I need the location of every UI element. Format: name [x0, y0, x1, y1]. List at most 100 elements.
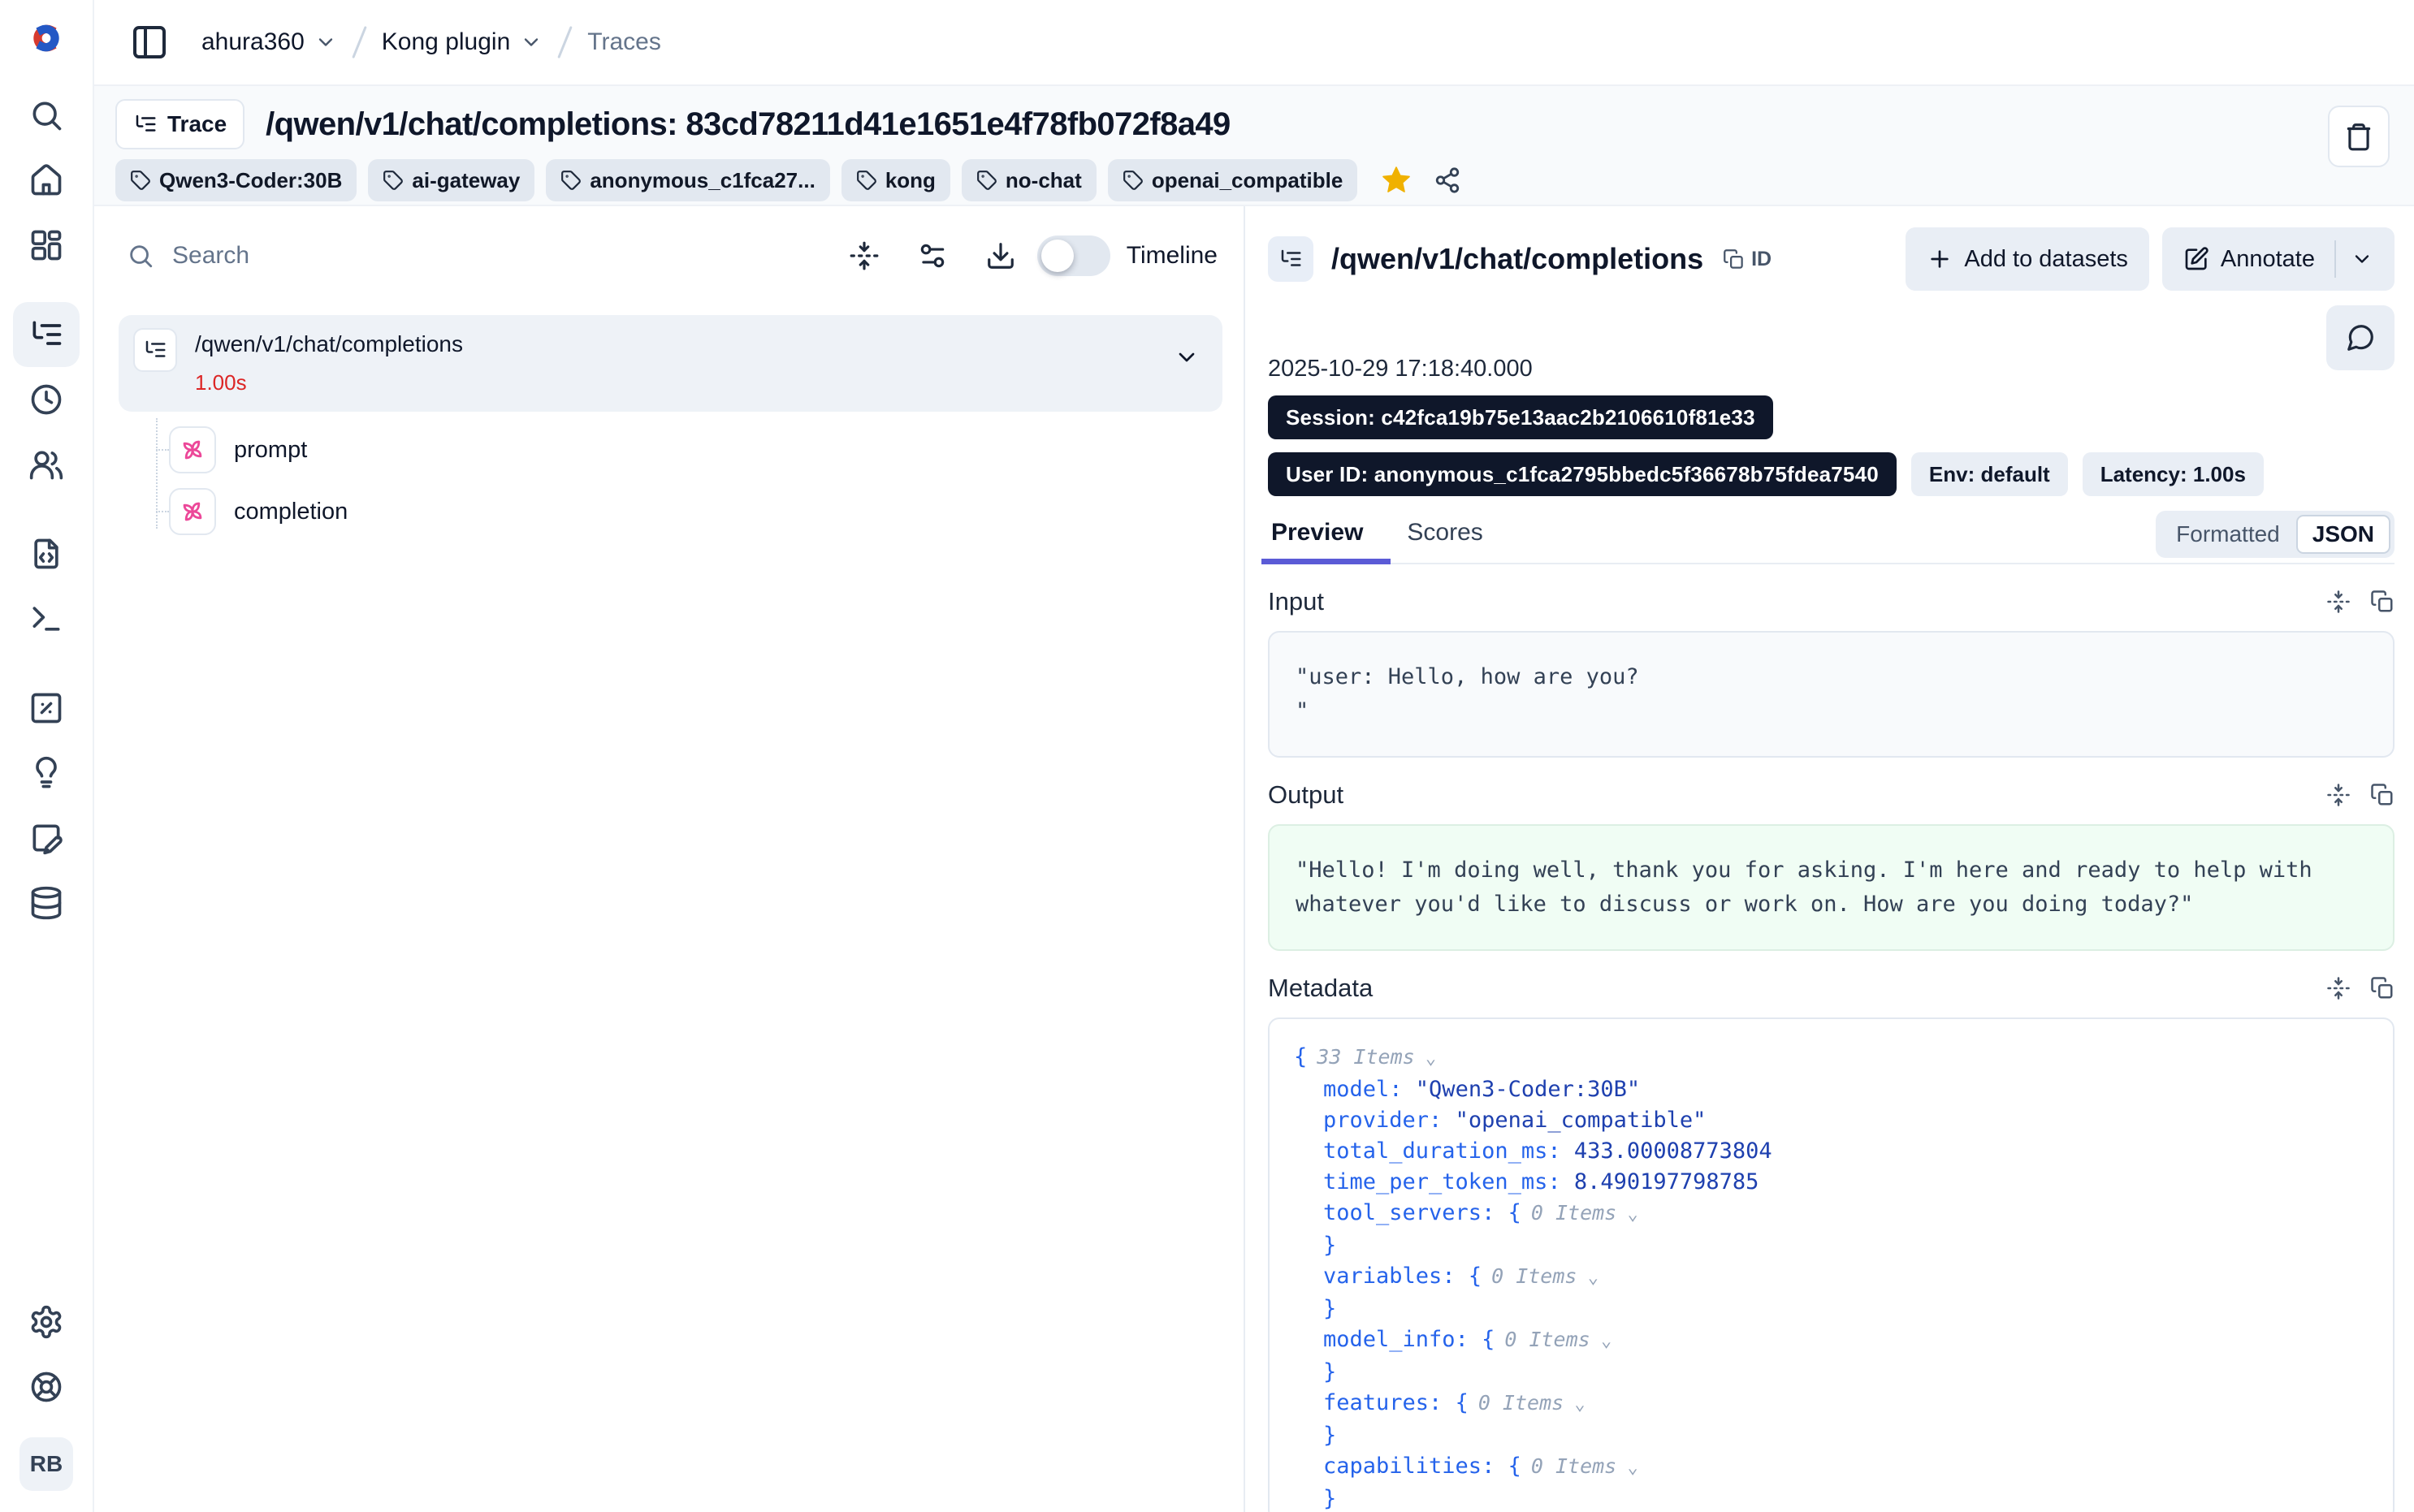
copy-id-button[interactable]: ID: [1723, 248, 1772, 271]
collapse-section-button[interactable]: [2326, 783, 2351, 807]
sidebar-item-dashboards[interactable]: [13, 213, 80, 278]
breadcrumb-env-label: Kong plugin: [382, 28, 510, 56]
comments-button[interactable]: [2326, 305, 2395, 370]
app-window: RB ahura360 Kong plugin Traces Trace: [0, 0, 2414, 1512]
view-format-toggle: Formatted JSON: [2156, 511, 2395, 558]
sidebar-item-home[interactable]: [13, 148, 80, 213]
clipboard-pen-icon: [28, 820, 64, 856]
trace-detail-panel: /qwen/v1/chat/completions ID Add to data…: [1245, 206, 2414, 1512]
json-line: tool_servers{0 Items: [1294, 1198, 2369, 1230]
sidebar-item-evaluators[interactable]: [13, 676, 80, 741]
collapse-section-button[interactable]: [2326, 590, 2351, 614]
sidebar-item-datasets[interactable]: [13, 870, 80, 935]
add-to-datasets-button[interactable]: Add to datasets: [1906, 227, 2149, 291]
metadata-json-viewer[interactable]: {33 Items model"Qwen3-Coder:30B" provide…: [1268, 1017, 2395, 1512]
json-line: model_info{0 Items: [1294, 1324, 2369, 1357]
sliders-icon: [917, 240, 948, 271]
app-logo-icon[interactable]: [24, 16, 68, 60]
output-content[interactable]: "Hello! I'm doing well, thank you for as…: [1268, 824, 2395, 951]
view-toggle-formatted[interactable]: Formatted: [2160, 515, 2296, 554]
sidebar-item-prompts[interactable]: [13, 521, 80, 586]
view-toggle-json[interactable]: JSON: [2296, 515, 2390, 554]
chevron-down-icon[interactable]: [1174, 344, 1200, 370]
share-icon: [1434, 166, 1461, 194]
tag-icon: [976, 170, 997, 191]
trace-tag[interactable]: openai_compatible: [1108, 159, 1358, 201]
tab-preview[interactable]: Preview: [1268, 519, 1366, 563]
json-line: }: [1294, 1294, 2369, 1324]
sidebar-item-tracing[interactable]: [13, 302, 80, 367]
trace-tag[interactable]: ai-gateway: [368, 159, 534, 201]
json-expander[interactable]: 0 Items: [1504, 1328, 1611, 1351]
copy-section-button[interactable]: [2370, 590, 2395, 614]
tag-icon: [383, 170, 404, 191]
json-line: }: [1294, 1357, 2369, 1388]
star-icon: [1380, 164, 1412, 197]
input-content[interactable]: "user: Hello, how are you? ": [1268, 631, 2395, 758]
fold-vertical-icon: [2326, 590, 2351, 614]
trace-type-badge: Trace: [115, 99, 244, 149]
tree-row-prompt[interactable]: prompt: [169, 425, 1222, 475]
tree-row-root[interactable]: /qwen/v1/chat/completions 1.00s: [119, 315, 1222, 412]
copy-icon: [2370, 783, 2395, 807]
breadcrumb-env-selector[interactable]: Kong plugin: [382, 28, 543, 56]
sidebar-item-annotation[interactable]: [13, 806, 80, 870]
tree-row-completion[interactable]: completion: [169, 486, 1222, 537]
sidebar-item-users[interactable]: [13, 432, 80, 497]
session-badge[interactable]: Session: c42fca19b75e13aac2b2106610f81e3…: [1268, 395, 1773, 439]
trace-tag[interactable]: Qwen3-Coder:30B: [115, 159, 357, 201]
timeline-toggle-label: Timeline: [1127, 242, 1218, 270]
download-button[interactable]: [985, 240, 1016, 271]
json-expander[interactable]: 0 Items: [1531, 1201, 1638, 1225]
json-line: time_per_token_ms8.490197798785: [1294, 1167, 2369, 1198]
delete-trace-button[interactable]: [2328, 106, 2390, 167]
sidebar-item-settings[interactable]: [13, 1290, 80, 1354]
tab-scores[interactable]: Scores: [1404, 519, 1486, 563]
user-avatar[interactable]: RB: [19, 1437, 73, 1491]
collapse-section-button[interactable]: [2326, 976, 2351, 1000]
sidebar-item-support[interactable]: [13, 1354, 80, 1419]
search-input[interactable]: [171, 241, 839, 270]
input-section: Input "user: Hello, how are you? ": [1268, 587, 2395, 758]
fold-vertical-icon: [2326, 783, 2351, 807]
json-expander[interactable]: 0 Items: [1531, 1454, 1638, 1478]
copy-icon: [2370, 976, 2395, 1000]
tree-child-label: prompt: [234, 437, 307, 464]
trace-timestamp: 2025-10-29 17:18:40.000: [1268, 356, 2395, 382]
trace-tree-panel: Timeline /qwen/v1/chat/completions 1.00s: [94, 206, 1244, 1512]
sidebar-item-playground[interactable]: [13, 586, 80, 651]
view-settings-button[interactable]: [917, 240, 948, 271]
json-expander[interactable]: 0 Items: [1491, 1264, 1599, 1288]
lifebuoy-icon: [28, 1369, 64, 1405]
breadcrumb-project-selector[interactable]: ahura360: [201, 28, 337, 56]
collapse-all-button[interactable]: [849, 240, 880, 271]
bookmark-star-button[interactable]: [1380, 164, 1412, 197]
copy-section-button[interactable]: [2370, 976, 2395, 1000]
timeline-toggle[interactable]: [1037, 235, 1110, 276]
database-icon: [28, 885, 64, 921]
sidebar-item-sessions[interactable]: [13, 367, 80, 432]
trace-tag[interactable]: no-chat: [962, 159, 1097, 201]
share-button[interactable]: [1434, 166, 1461, 194]
annotate-button[interactable]: Annotate: [2162, 227, 2395, 291]
sidebar-item-insights[interactable]: [13, 741, 80, 806]
copy-section-button[interactable]: [2370, 783, 2395, 807]
fold-vertical-icon: [849, 240, 880, 271]
sidebar-item-search[interactable]: [13, 83, 80, 148]
json-line: total_duration_ms433.00008773804: [1294, 1136, 2369, 1167]
trace-header: Trace /qwen/v1/chat/completions: 83cd782…: [94, 86, 2414, 206]
terminal-icon: [28, 601, 64, 637]
clock-icon: [28, 382, 64, 417]
event-pinwheel-icon: [169, 488, 216, 535]
sidebar-toggle-button[interactable]: [130, 23, 169, 62]
json-expander[interactable]: 0 Items: [1478, 1391, 1586, 1415]
json-expander[interactable]: 33 Items: [1317, 1045, 1436, 1069]
trash-icon: [2343, 121, 2374, 152]
chevron-down-icon[interactable]: [2351, 248, 2373, 270]
breadcrumb-current-page[interactable]: Traces: [587, 28, 661, 56]
trace-tag[interactable]: kong: [841, 159, 950, 201]
json-line: model"Qwen3-Coder:30B": [1294, 1074, 2369, 1105]
sidebar-rail: RB: [0, 0, 94, 1512]
trace-tag[interactable]: anonymous_c1fca27...: [546, 159, 829, 201]
user-id-badge[interactable]: User ID: anonymous_c1fca2795bbedc5f36678…: [1268, 452, 1897, 496]
